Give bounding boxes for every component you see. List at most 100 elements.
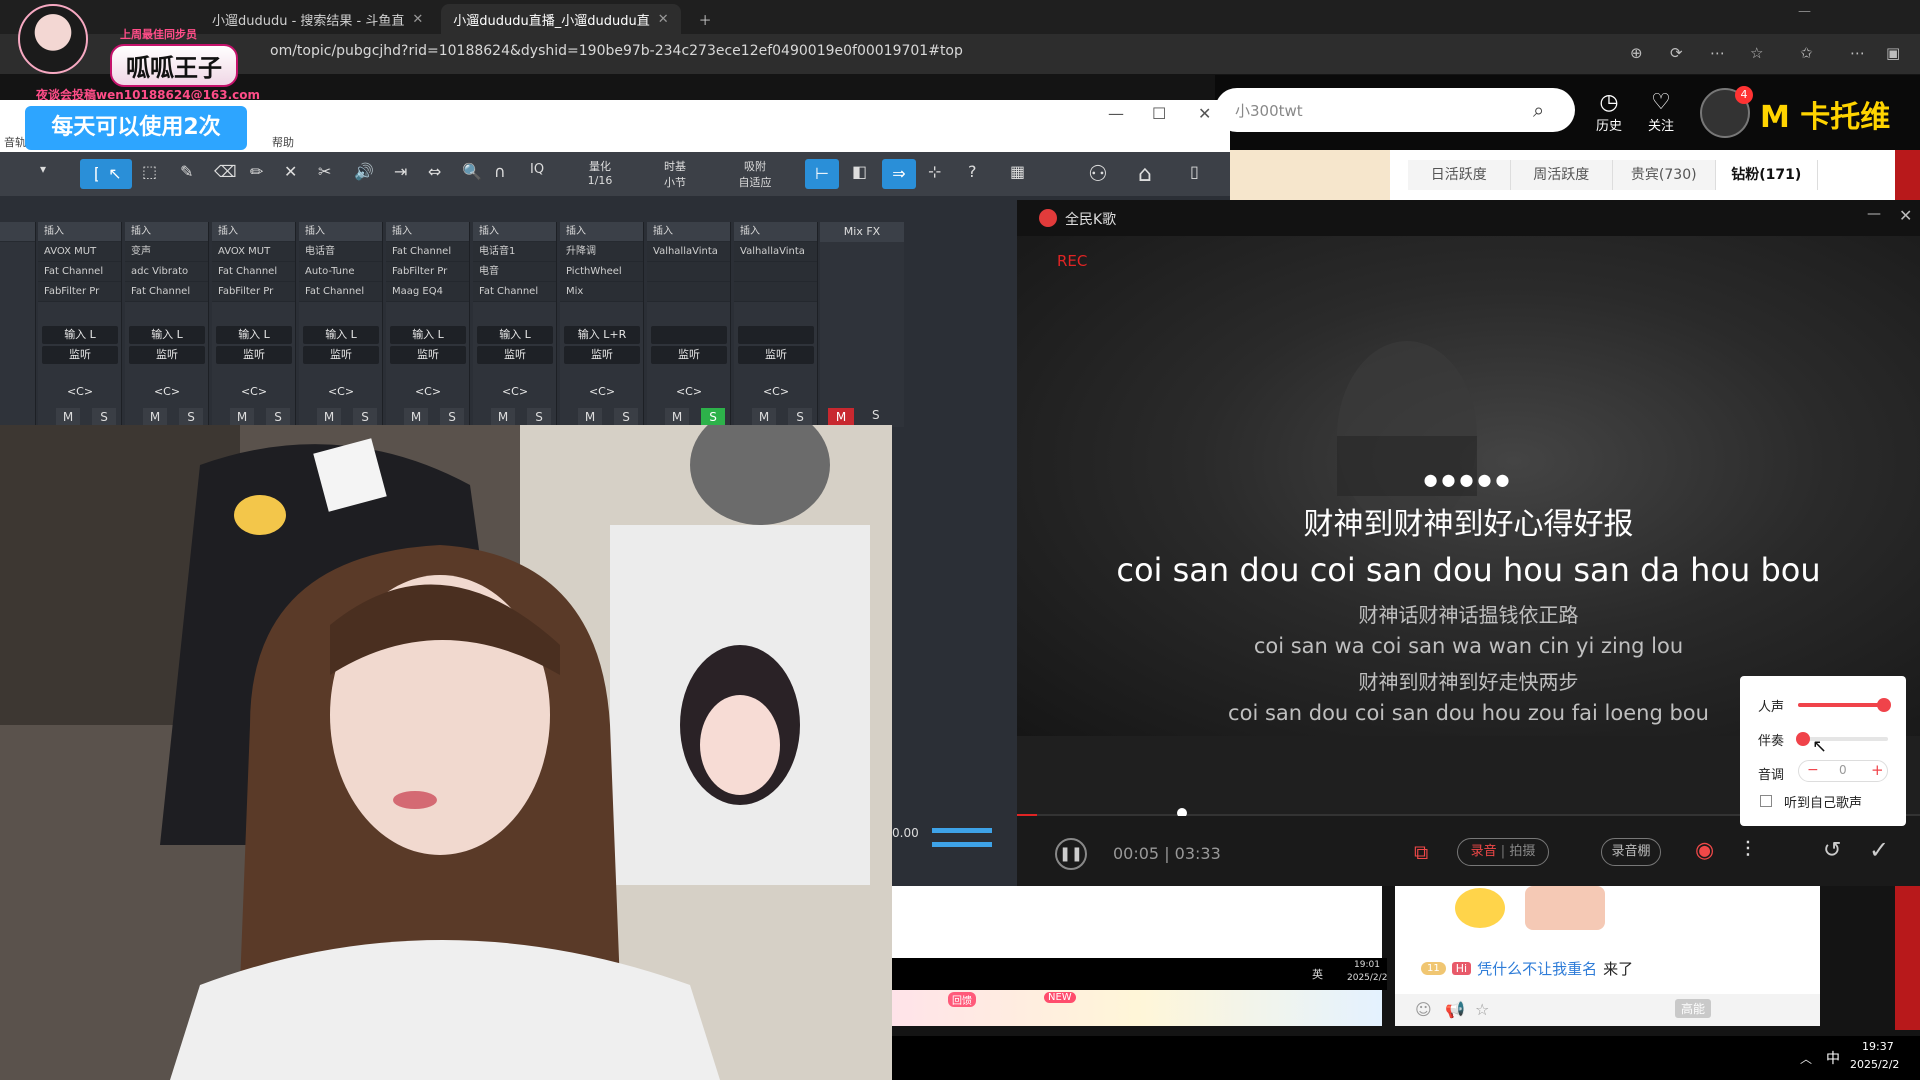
home-icon[interactable]: ⌂ — [1138, 162, 1152, 187]
close-icon[interactable]: ✕ — [1899, 206, 1912, 225]
eraser-tool-icon[interactable]: ⌫ — [214, 162, 237, 181]
new-tab-button[interactable]: ＋ — [687, 4, 724, 34]
menu-help[interactable]: 帮助 — [272, 134, 294, 150]
tab-weekly-activity[interactable]: 周活跃度 — [1511, 160, 1613, 190]
plugin-slot[interactable]: Fat Channel — [299, 282, 382, 302]
grid-icon[interactable]: ▦ — [1010, 162, 1025, 181]
paint-tool-icon[interactable]: ✏ — [250, 162, 263, 181]
pause-button[interactable]: ❚❚ — [1055, 838, 1087, 870]
insert-header[interactable]: 插入 — [38, 222, 121, 242]
mute-button[interactable]: M — [665, 408, 689, 426]
pan-knob[interactable]: <C> — [129, 385, 205, 398]
insert-header[interactable]: 插入 — [212, 222, 295, 242]
pan-knob[interactable]: <C> — [216, 385, 292, 398]
marker-icon[interactable]: ⊹ — [928, 162, 941, 181]
plugin-slot[interactable]: 变声 — [125, 242, 208, 262]
speaker-icon[interactable]: 📢 — [1445, 1000, 1465, 1019]
zoom-icon[interactable]: ⊕ — [1630, 44, 1643, 62]
promo-banner[interactable]: 每天可以使用2次 — [25, 106, 247, 150]
star-icon[interactable]: ☆ — [1750, 44, 1763, 62]
minimize-icon[interactable]: — — [1798, 4, 1811, 19]
image-add-icon[interactable]: ⧉ — [1414, 840, 1428, 864]
input-select[interactable]: 输入 L+R — [564, 326, 640, 344]
monitor-button[interactable]: 监听 — [216, 346, 292, 364]
pan-knob[interactable]: <C> — [42, 385, 118, 398]
plugin-slot[interactable]: FabFilter Pr — [386, 262, 469, 282]
insert-header[interactable]: 插入 — [560, 222, 643, 242]
tab-diamond-fans[interactable]: 钻粉(171) — [1715, 160, 1818, 190]
pencil-tool-icon[interactable]: ✎ — [180, 162, 193, 181]
plugin-slot[interactable]: 电话音 — [299, 242, 382, 262]
extensions-icon[interactable]: ⋯ — [1850, 44, 1865, 62]
pan-knob[interactable]: <C> — [390, 385, 466, 398]
close-icon[interactable]: ✕ — [658, 12, 669, 27]
plugin-slot[interactable]: Fat Channel — [386, 242, 469, 262]
solo-button[interactable]: S — [179, 408, 203, 426]
maximize-icon[interactable]: ☐ — [1152, 104, 1166, 123]
chat-username[interactable]: 凭什么不让我重名 — [1477, 958, 1597, 979]
tab-daily-activity[interactable]: 日活跃度 — [1408, 160, 1511, 190]
snap-select[interactable]: 吸附 自适应 — [730, 158, 780, 190]
accompaniment-slider-handle[interactable] — [1795, 732, 1810, 746]
plugin-slot[interactable] — [734, 282, 817, 302]
pan-knob[interactable]: <C> — [303, 385, 379, 398]
minimize-icon[interactable]: — — [1867, 206, 1881, 222]
follow-button[interactable]: ♡ 关注 — [1636, 90, 1686, 134]
monitor-button[interactable]: 监听 — [564, 346, 640, 364]
pitch-decrease-button[interactable]: − — [1807, 762, 1819, 778]
mute-button[interactable]: M — [404, 408, 428, 426]
solo-button[interactable]: S — [614, 408, 638, 426]
plugin-slot[interactable]: 升降调 — [560, 242, 643, 262]
input-select[interactable]: 输入 L — [216, 326, 292, 344]
zoom-tool-icon[interactable]: 🔍 — [462, 162, 482, 181]
plugin-slot[interactable]: adc Vibrato — [125, 262, 208, 282]
insert-header[interactable]: 插入 — [473, 222, 556, 242]
plugin-slot[interactable] — [734, 262, 817, 282]
plugin-slot[interactable]: FabFilter Pr — [38, 282, 121, 302]
iq-icon[interactable]: IQ — [530, 162, 544, 177]
plugin-slot[interactable]: Auto-Tune — [299, 262, 382, 282]
user-icon[interactable]: ⚇ — [1088, 162, 1108, 187]
plugin-slot[interactable]: Fat Channel — [212, 262, 295, 282]
plugin-slot[interactable]: ValhallaVinta — [734, 242, 817, 262]
mute-button[interactable]: M — [317, 408, 341, 426]
mute-button[interactable]: M — [752, 408, 776, 426]
plugin-slot[interactable]: ValhallaVinta — [647, 242, 730, 262]
close-icon[interactable]: ✕ — [1198, 104, 1211, 123]
insert-header[interactable]: 插入 — [125, 222, 208, 242]
input-select[interactable]: 输入 L — [303, 326, 379, 344]
monitor-button[interactable]: 监听 — [129, 346, 205, 364]
finish-check-icon[interactable]: ✓ — [1869, 836, 1889, 864]
listen-tool-icon[interactable]: 🔊 — [354, 162, 374, 181]
solo-button[interactable]: S — [353, 408, 377, 426]
skip-tool-icon[interactable]: ⇥ — [394, 162, 407, 181]
insert-header[interactable]: 插入 — [734, 222, 817, 242]
master-solo-button[interactable]: S — [872, 408, 880, 422]
ime-indicator[interactable]: 中 — [1826, 1048, 1840, 1068]
record-mode-button[interactable]: 录音 — [1471, 844, 1497, 859]
plugin-slot[interactable] — [647, 282, 730, 302]
pan-knob[interactable]: <C> — [738, 385, 814, 398]
shoot-mode-button[interactable]: 拍摄 — [1509, 844, 1535, 859]
plugin-slot[interactable]: Fat Channel — [38, 262, 121, 282]
more-icon[interactable]: ⋯ — [1710, 44, 1725, 62]
insert-header[interactable]: 插入 — [299, 222, 382, 242]
plugin-slot[interactable]: Fat Channel — [125, 282, 208, 302]
solo-button[interactable]: S — [701, 408, 725, 426]
emoji-icon[interactable]: ☺ — [1415, 1000, 1432, 1019]
hear-self-checkbox[interactable] — [1760, 795, 1772, 807]
input-select[interactable]: 输入 L — [129, 326, 205, 344]
pan-knob[interactable]: <C> — [477, 385, 553, 398]
page-icon[interactable]: ▯ — [1190, 162, 1199, 181]
record-shoot-toggle[interactable]: 录音 | 拍摄 — [1457, 838, 1549, 866]
plugin-slot[interactable]: 电话音1 — [473, 242, 556, 262]
solo-button[interactable]: S — [92, 408, 116, 426]
high-energy-button[interactable]: 高能 — [1675, 999, 1712, 1018]
input-select[interactable]: 输入 L — [477, 326, 553, 344]
studio-button[interactable]: 录音棚 — [1601, 838, 1661, 866]
monitor-button[interactable]: 监听 — [303, 346, 379, 364]
master-mute-button[interactable]: M — [828, 408, 854, 426]
plugin-slot[interactable]: Fat Channel — [473, 282, 556, 302]
history-button[interactable]: ◷ 历史 — [1584, 90, 1634, 134]
loop-icon[interactable]: ◧ — [852, 162, 867, 181]
